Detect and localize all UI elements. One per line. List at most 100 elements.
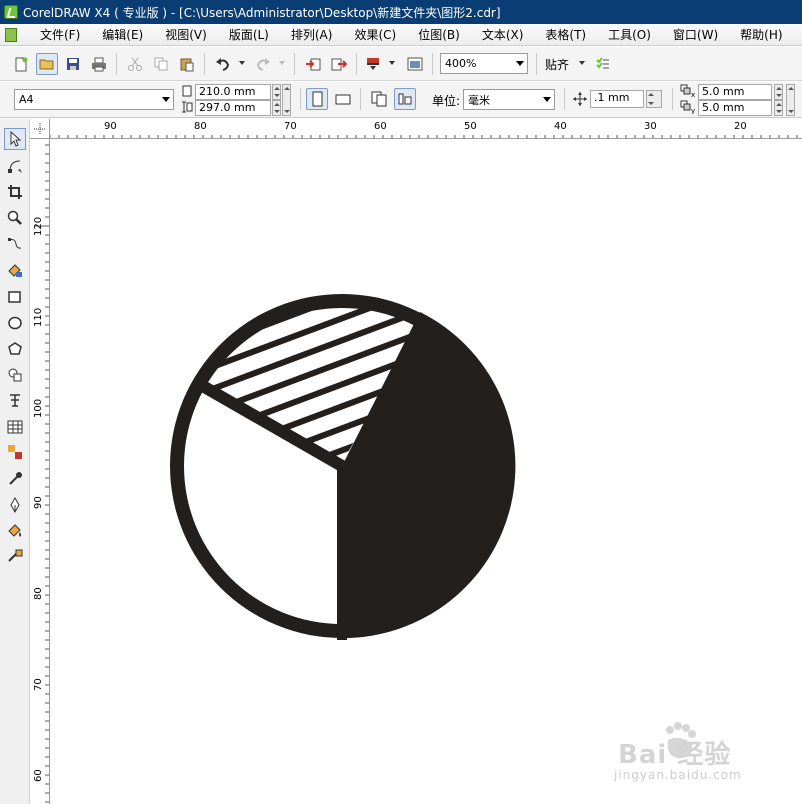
horizontal-ruler-label: 90 bbox=[104, 121, 117, 132]
pie-graphic[interactable] bbox=[51, 140, 802, 804]
cut-icon[interactable] bbox=[124, 53, 146, 75]
welcome-screen-icon[interactable] bbox=[404, 53, 426, 75]
page-width-spinner[interactable] bbox=[272, 84, 281, 100]
snap-dropdown-chevron-icon[interactable] bbox=[578, 59, 586, 67]
rectangle-tool-icon[interactable] bbox=[4, 286, 26, 308]
toolbar-separator bbox=[300, 88, 301, 110]
nudge-distance-spinner[interactable] bbox=[646, 90, 662, 108]
interactive-blend-tool-icon[interactable] bbox=[4, 441, 26, 463]
nudge-distance-field[interactable]: .1 mm bbox=[590, 90, 644, 108]
ruler-origin-corner[interactable] bbox=[30, 119, 50, 139]
svg-text:x: x bbox=[691, 91, 695, 98]
document-icon[interactable] bbox=[5, 27, 17, 42]
page-size-spin-column[interactable] bbox=[282, 84, 291, 116]
smart-fill-tool-icon[interactable] bbox=[4, 259, 26, 281]
duplicate-x-field[interactable]: 5.0 mm bbox=[698, 84, 772, 100]
menu-bar: 文件(F) 编辑(E) 视图(V) 版面(L) 排列(A) 效果(C) 位图(B… bbox=[0, 24, 802, 46]
new-document-icon[interactable] bbox=[10, 53, 32, 75]
undo-icon[interactable] bbox=[212, 53, 234, 75]
interactive-fill-tool-icon[interactable] bbox=[4, 546, 26, 568]
redo-dropdown-chevron-icon[interactable] bbox=[278, 59, 286, 67]
menu-bitmaps[interactable]: 位图(B) bbox=[407, 26, 471, 43]
outline-pen-tool-icon[interactable] bbox=[4, 494, 26, 516]
launcher-dropdown-chevron-icon[interactable] bbox=[388, 59, 396, 67]
nudge-distance-icon bbox=[572, 91, 588, 107]
copy-icon[interactable] bbox=[150, 53, 172, 75]
menu-effects[interactable]: 效果(C) bbox=[343, 26, 407, 43]
watermark-url: jingyan.baidu.com bbox=[614, 768, 742, 782]
zoom-tool-icon[interactable] bbox=[4, 207, 26, 229]
menu-layout[interactable]: 版面(L) bbox=[218, 26, 280, 43]
options-icon[interactable] bbox=[592, 53, 614, 75]
page-size-select[interactable]: A4 bbox=[14, 89, 174, 110]
page-width-field[interactable]: 210.0 mm bbox=[195, 84, 271, 100]
menu-file[interactable]: 文件(F) bbox=[29, 26, 91, 43]
save-icon[interactable] bbox=[62, 53, 84, 75]
duplicate-x-spinner[interactable] bbox=[774, 84, 783, 100]
redo-icon[interactable] bbox=[252, 53, 274, 75]
polygon-tool-icon[interactable] bbox=[4, 338, 26, 360]
toolbar-separator bbox=[564, 88, 565, 110]
page-height-spinner[interactable] bbox=[272, 100, 281, 116]
page-height-icon bbox=[180, 100, 194, 114]
horizontal-ruler-label: 60 bbox=[374, 121, 387, 132]
page-height-field[interactable]: 297.0 mm bbox=[195, 100, 271, 116]
menu-arrange[interactable]: 排列(A) bbox=[280, 26, 344, 43]
property-bar: A4 210.0 mm 297.0 mm 单位: 毫米 .1 mm x 5.0 … bbox=[0, 82, 802, 118]
units-label: 单位: bbox=[432, 94, 461, 108]
zoom-level-select[interactable]: 400% bbox=[440, 53, 528, 74]
basic-shapes-tool-icon[interactable] bbox=[4, 364, 26, 386]
eyedropper-tool-icon[interactable] bbox=[4, 468, 26, 490]
application-launcher-icon[interactable] bbox=[362, 53, 384, 75]
import-icon[interactable] bbox=[302, 53, 324, 75]
toolbar-separator bbox=[432, 53, 433, 75]
export-icon[interactable] bbox=[328, 53, 350, 75]
menu-view[interactable]: 视图(V) bbox=[154, 26, 218, 43]
vertical-ruler-label: 100 bbox=[33, 399, 44, 418]
drawing-canvas[interactable] bbox=[51, 140, 802, 804]
snap-to-label[interactable]: 贴齐 bbox=[545, 56, 569, 73]
duplicate-y-spinner[interactable] bbox=[774, 100, 783, 116]
paste-icon[interactable] bbox=[176, 53, 198, 75]
landscape-orientation-icon[interactable] bbox=[332, 88, 354, 110]
horizontal-ruler-label: 40 bbox=[554, 121, 567, 132]
menu-help[interactable]: 帮助(H) bbox=[729, 26, 793, 43]
vertical-ruler[interactable]: 120 110 100 90 80 70 60 bbox=[30, 139, 50, 804]
open-folder-icon[interactable] bbox=[36, 53, 58, 75]
units-select[interactable]: 毫米 bbox=[463, 89, 555, 110]
menu-text[interactable]: 文本(X) bbox=[471, 26, 535, 43]
coreldraw-app-icon bbox=[4, 5, 18, 19]
all-pages-icon[interactable] bbox=[368, 88, 390, 110]
portrait-orientation-icon[interactable] bbox=[306, 88, 328, 110]
print-icon[interactable] bbox=[88, 53, 110, 75]
baidu-jingyan-watermark: Bai 经验 jingyan.baidu.com bbox=[612, 722, 772, 792]
menu-window[interactable]: 窗口(W) bbox=[662, 26, 729, 43]
toolbar-separator bbox=[672, 88, 673, 110]
horizontal-ruler-scale: 90 80 70 60 50 40 30 20 bbox=[50, 121, 798, 138]
menu-table[interactable]: 表格(T) bbox=[534, 26, 597, 43]
page-size-chevron-down-icon bbox=[162, 97, 170, 102]
pick-tool-icon[interactable] bbox=[4, 128, 26, 150]
freehand-tool-icon[interactable] bbox=[4, 233, 26, 255]
table-tool-icon[interactable] bbox=[4, 416, 26, 438]
toolbar-separator bbox=[360, 88, 361, 110]
ellipse-tool-icon[interactable] bbox=[4, 312, 26, 334]
text-tool-icon[interactable] bbox=[4, 389, 26, 411]
menu-tools[interactable]: 工具(O) bbox=[597, 26, 662, 43]
page-width-icon bbox=[180, 84, 194, 98]
shape-tool-icon[interactable] bbox=[4, 155, 26, 177]
toolbox bbox=[0, 119, 30, 804]
horizontal-ruler-label: 20 bbox=[734, 121, 747, 132]
duplicate-y-field[interactable]: 5.0 mm bbox=[698, 100, 772, 116]
current-page-icon[interactable] bbox=[394, 88, 416, 110]
crop-tool-icon[interactable] bbox=[4, 181, 26, 203]
title-bar: CorelDRAW X4 ( 专业版 ) - [C:\Users\Adminis… bbox=[0, 0, 802, 24]
menu-edit[interactable]: 编辑(E) bbox=[91, 26, 154, 43]
svg-text:y: y bbox=[691, 107, 695, 114]
duplicate-spin-column[interactable] bbox=[786, 84, 795, 116]
units-value: 毫米 bbox=[468, 93, 490, 107]
units-chevron-down-icon bbox=[543, 97, 551, 102]
undo-dropdown-chevron-icon[interactable] bbox=[238, 59, 246, 67]
fill-tool-icon[interactable] bbox=[4, 520, 26, 542]
horizontal-ruler[interactable]: 90 80 70 60 50 40 30 20 bbox=[50, 119, 802, 139]
